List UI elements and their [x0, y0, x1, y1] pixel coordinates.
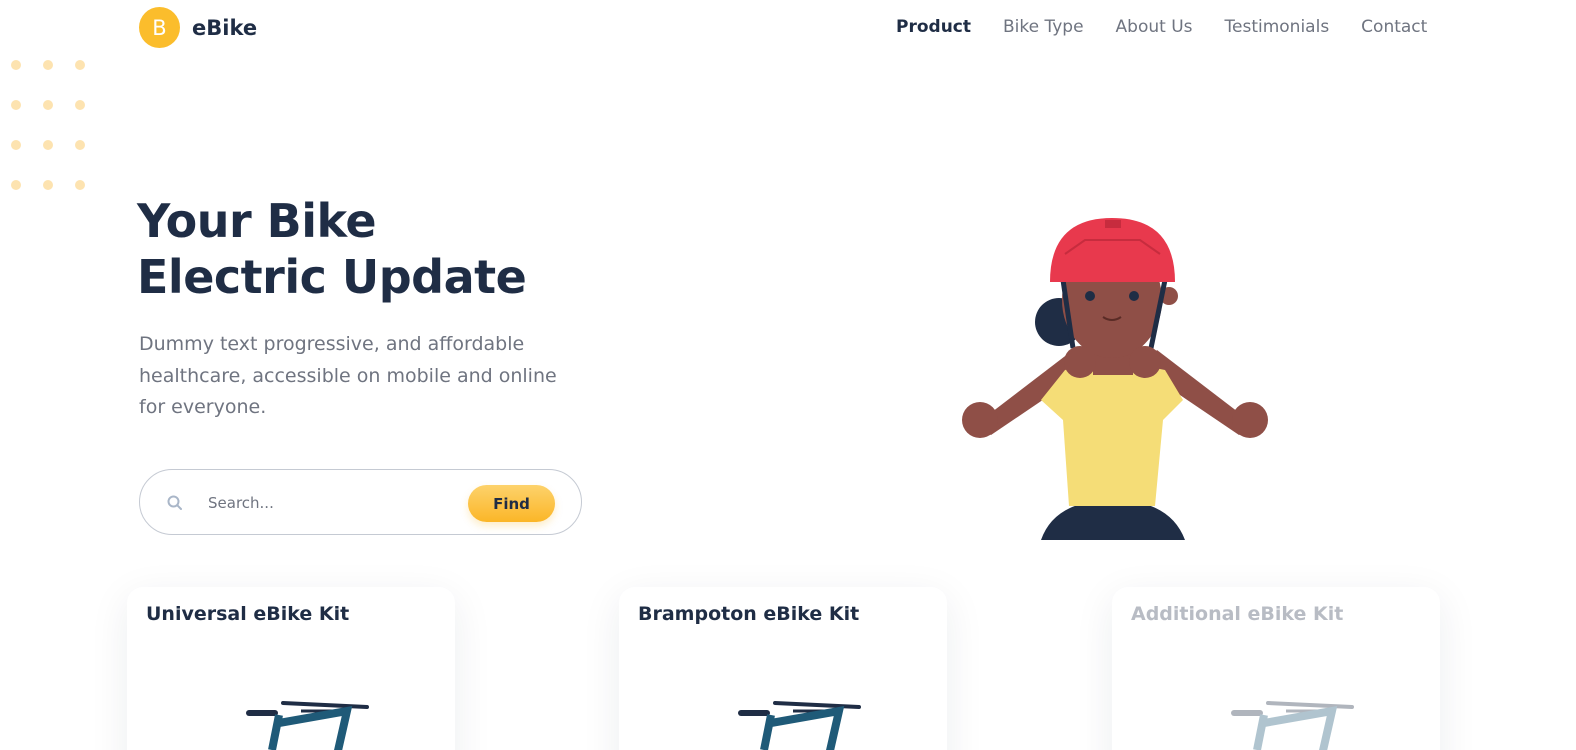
product-card-title: Additional eBike Kit	[1131, 603, 1344, 625]
product-card[interactable]: Brampoton eBike Kit	[619, 587, 947, 750]
hero-description: Dummy text progressive, and affordable h…	[139, 333, 557, 418]
hero-title-line1: Your Bike	[137, 194, 377, 248]
search-icon	[167, 495, 182, 510]
site-header: B eBike Product Bike Type About Us Testi…	[0, 0, 1576, 56]
logo-mark: B	[139, 7, 180, 48]
bike-icon	[1231, 701, 1354, 750]
decorative-dots	[11, 60, 91, 190]
hero-title: Your Bike Electric Update	[137, 193, 527, 305]
search-input[interactable]	[208, 488, 448, 518]
nav-bike-type[interactable]: Bike Type	[1003, 17, 1084, 37]
bike-icon	[246, 701, 369, 750]
product-card[interactable]: Universal eBike Kit	[127, 587, 455, 750]
find-button[interactable]: Find	[468, 485, 555, 522]
product-card-title: Brampoton eBike Kit	[638, 603, 860, 625]
nav-about-us[interactable]: About Us	[1116, 17, 1193, 37]
product-card-title: Universal eBike Kit	[146, 603, 350, 625]
bike-icon	[738, 701, 861, 750]
logo-text: eBike	[192, 15, 258, 40]
logo[interactable]: B eBike	[139, 7, 257, 48]
search-bar: Find	[139, 469, 582, 535]
main-nav: Product Bike Type About Us Testimonials …	[896, 17, 1427, 37]
nav-contact[interactable]: Contact	[1361, 17, 1427, 37]
nav-testimonials[interactable]: Testimonials	[1225, 17, 1330, 37]
product-card[interactable]: Additional eBike Kit	[1112, 587, 1440, 750]
hero-title-line2: Electric Update	[137, 250, 527, 304]
nav-product[interactable]: Product	[896, 17, 971, 37]
person-helmet-illustration	[962, 218, 1268, 540]
